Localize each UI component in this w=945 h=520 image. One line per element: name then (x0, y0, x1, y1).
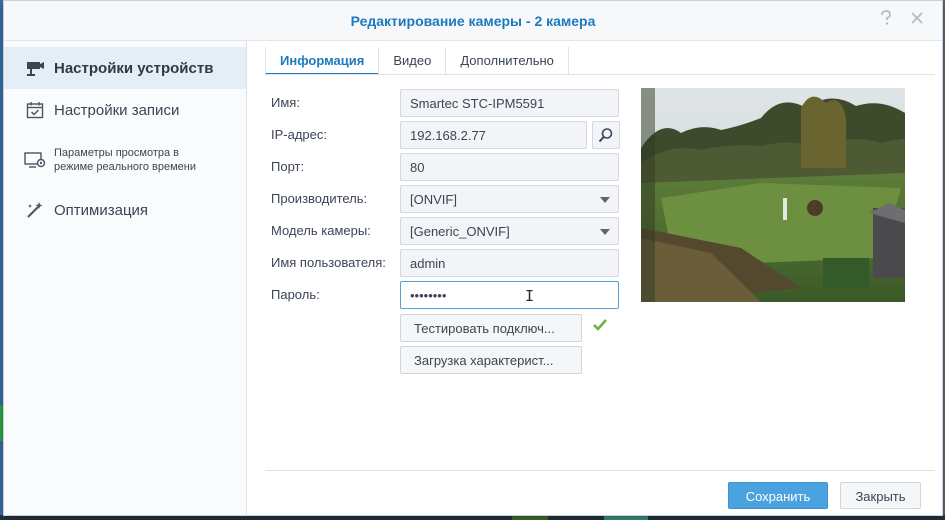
checkmark-icon (593, 319, 607, 331)
dialog-title: Редактирование камеры - 2 камера (350, 13, 596, 29)
username-label: Имя пользователя: (271, 255, 386, 270)
save-button[interactable]: Сохранить (728, 482, 828, 509)
edit-camera-dialog: Редактирование камеры - 2 камера Настрой… (3, 0, 943, 516)
username-field[interactable]: admin (400, 249, 619, 277)
model-row: Модель камеры: [Generic_ONVIF] (271, 217, 631, 245)
close-icon[interactable] (907, 10, 927, 30)
tab-information[interactable]: Информация (265, 47, 380, 75)
sidebar-item-label: Параметры просмотра в режиме реального в… (54, 146, 196, 174)
port-row: Порт: 80 (271, 153, 631, 181)
port-label: Порт: (271, 159, 305, 174)
sidebar-item-optimization[interactable]: Оптимизация (4, 189, 246, 231)
model-select[interactable]: [Generic_ONVIF] (400, 217, 619, 245)
chevron-down-icon (600, 229, 610, 235)
vendor-value: [ONVIF] (410, 192, 457, 207)
tab-divider (265, 74, 935, 75)
close-button[interactable]: Закрыть (840, 482, 921, 509)
password-label: Пароль: (271, 287, 320, 302)
chevron-down-icon (600, 197, 610, 203)
sidebar-item-label: Настройки устройств (54, 59, 214, 77)
ip-label: IP-адрес: (271, 127, 327, 142)
username-row: Имя пользователя: admin (271, 249, 631, 277)
magic-wand-icon (24, 199, 46, 221)
text-cursor-icon: I (525, 287, 535, 305)
name-row: Имя: Smartec STC-IPM5591 (271, 89, 631, 117)
port-field[interactable]: 80 (400, 153, 619, 181)
vendor-label: Производитель: (271, 191, 368, 206)
test-connection-button[interactable]: Тестировать подключ... (400, 314, 582, 342)
dialog-titlebar: Редактирование камеры - 2 камера (4, 1, 942, 41)
vendor-row: Производитель: [ONVIF] (271, 185, 631, 213)
tab-bar: Информация Видео Дополнительно (265, 47, 569, 75)
sidebar-item-label: Оптимизация (54, 201, 149, 219)
load-capabilities-button[interactable]: Загрузка характерист... (400, 346, 582, 374)
vendor-select[interactable]: [ONVIF] (400, 185, 619, 213)
sidebar-item-recording-settings[interactable]: Настройки записи (4, 89, 246, 131)
footer-divider (265, 470, 935, 471)
name-label: Имя: (271, 95, 300, 110)
sidebar-item-label: Настройки записи (54, 101, 180, 119)
tab-advanced[interactable]: Дополнительно (446, 47, 569, 75)
password-value: •••••••• (410, 288, 447, 303)
password-row: Пароль: •••••••• I (271, 281, 631, 309)
search-icon[interactable] (592, 121, 620, 149)
calendar-check-icon (24, 99, 46, 121)
name-field[interactable]: Smartec STC-IPM5591 (400, 89, 619, 117)
model-value: [Generic_ONVIF] (410, 224, 510, 239)
password-field[interactable]: •••••••• I (400, 281, 619, 309)
camera-preview-image (641, 88, 905, 302)
camera-icon (24, 57, 46, 79)
ip-row: IP-адрес: 192.168.2.77 (271, 121, 631, 149)
sidebar-item-label-line1: Параметры просмотра в (54, 147, 179, 159)
tab-video[interactable]: Видео (379, 47, 447, 75)
sidebar-item-label-line2: режиме реального времени (54, 161, 196, 173)
ip-field[interactable]: 192.168.2.77 (400, 121, 587, 149)
model-label: Модель камеры: (271, 223, 371, 238)
monitor-camera-icon (24, 149, 46, 171)
sidebar-item-live-view-settings[interactable]: Параметры просмотра в режиме реального в… (4, 131, 246, 189)
sidebar: Настройки устройств Настройки записи Пар… (4, 41, 247, 515)
sidebar-item-device-settings[interactable]: Настройки устройств (4, 47, 246, 89)
help-icon[interactable] (876, 10, 896, 30)
